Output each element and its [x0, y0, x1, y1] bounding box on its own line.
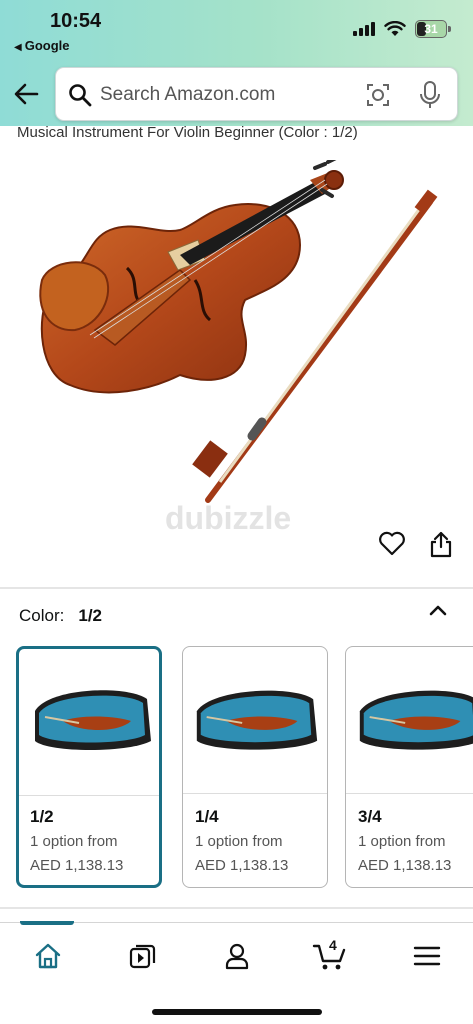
cellular-signal-icon: [353, 22, 375, 36]
option-price: AED 1,138.13: [195, 857, 289, 874]
product-image[interactable]: [30, 160, 450, 520]
color-option-1-4[interactable]: 1/4 1 option from AED 1,138.13: [182, 646, 328, 888]
violin-case-thumbnail: [196, 690, 318, 750]
active-tab-indicator: [20, 921, 74, 925]
search-icon: [69, 84, 92, 107]
color-option-1-2[interactable]: 1/2 1 option from AED 1,138.13: [16, 646, 162, 888]
battery-level: 31: [424, 22, 438, 36]
option-availability: 1 option from: [30, 833, 118, 850]
status-icons: 31: [353, 20, 451, 38]
app-header: 10:54 ◀ Google 31: [0, 0, 473, 126]
home-indicator: [152, 1009, 322, 1015]
color-selector-header: Color: 1/2: [19, 606, 102, 626]
color-selected-value: 1/2: [78, 606, 102, 625]
color-option-3-4[interactable]: 3/4 1 option from AED 1,138.13: [345, 646, 473, 888]
video-icon[interactable]: [128, 941, 158, 971]
section-divider: [0, 587, 473, 589]
back-to-app-link[interactable]: ◀ Google: [14, 38, 69, 53]
back-app-label: Google: [24, 38, 70, 53]
wifi-icon: [384, 21, 406, 36]
account-icon[interactable]: [222, 941, 252, 971]
option-price: AED 1,138.13: [30, 857, 124, 874]
search-input[interactable]: [100, 80, 350, 110]
status-time: 10:54: [50, 10, 102, 32]
cart-count-badge: 4: [329, 937, 337, 953]
camera-search-icon[interactable]: [365, 82, 391, 108]
back-triangle-icon: ◀: [14, 42, 22, 53]
violin-case-thumbnail: [35, 690, 151, 750]
option-availability: 1 option from: [358, 833, 446, 850]
menu-icon[interactable]: [412, 941, 442, 971]
microphone-icon[interactable]: [417, 80, 443, 110]
back-arrow-icon[interactable]: [12, 80, 40, 108]
option-size: 1/2: [30, 807, 54, 826]
heart-icon[interactable]: [378, 530, 406, 556]
option-size: 1/4: [195, 807, 219, 826]
bottom-nav: [0, 921, 473, 1024]
battery-icon: 31: [415, 20, 451, 38]
violin-case-thumbnail: [359, 690, 473, 750]
watermark: dubizzle: [165, 500, 292, 536]
home-icon[interactable]: [33, 941, 63, 971]
share-icon[interactable]: [428, 530, 454, 558]
option-size: 3/4: [358, 807, 382, 826]
option-availability: 1 option from: [195, 833, 283, 850]
product-title: Musical Instrument For Violin Beginner (…: [17, 124, 358, 141]
section-divider: [0, 907, 473, 909]
search-bar[interactable]: [55, 67, 458, 121]
option-price: AED 1,138.13: [358, 857, 452, 874]
chevron-up-icon[interactable]: [428, 602, 448, 618]
color-label: Color:: [19, 606, 65, 625]
